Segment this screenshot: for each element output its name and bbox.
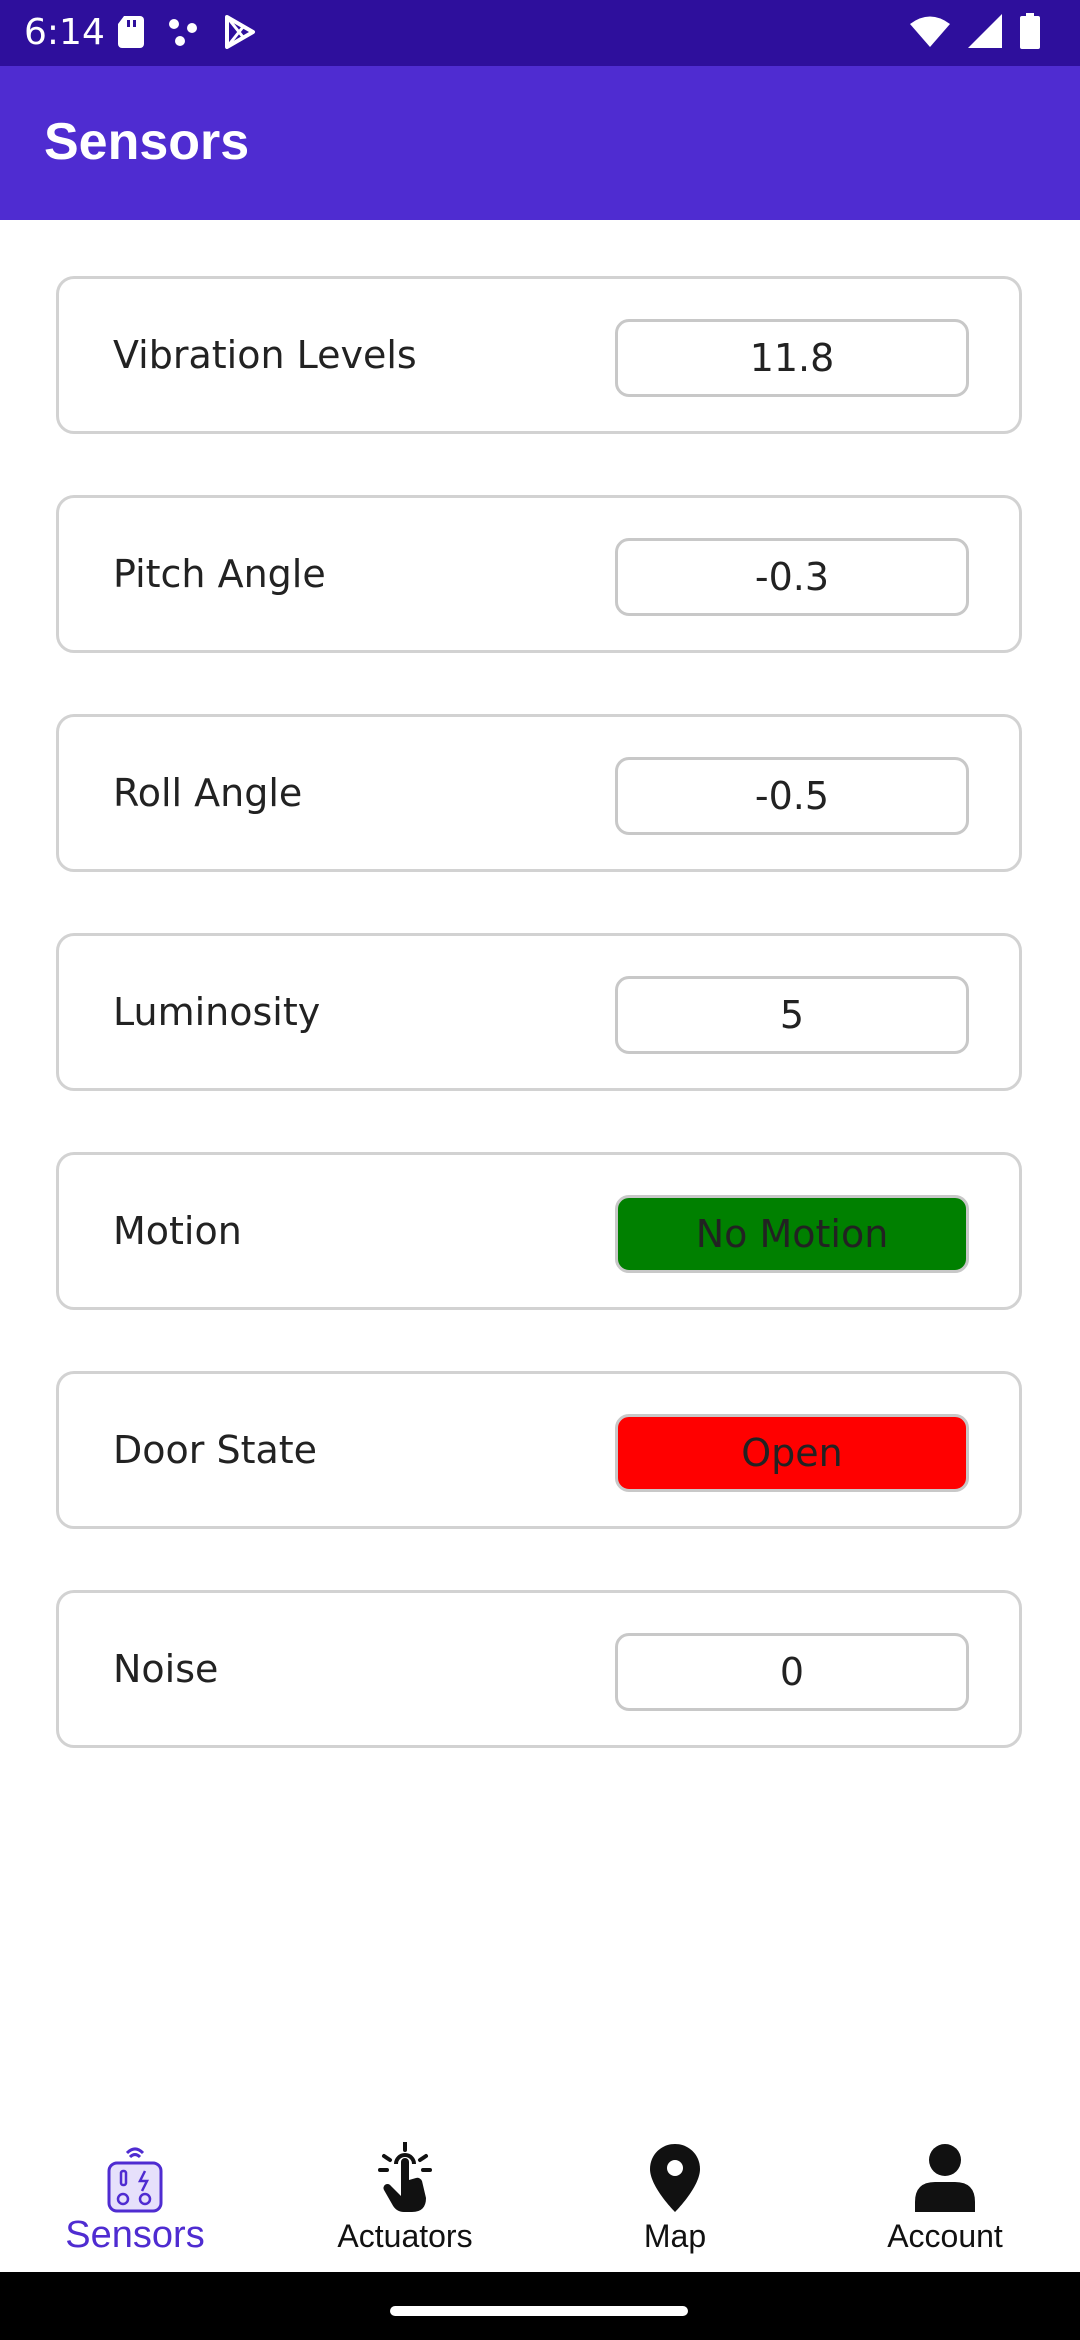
sensor-value: -0.3 <box>615 538 969 616</box>
nav-label: Actuators <box>337 2218 473 2254</box>
sensor-card-noise: Noise 0 <box>56 1590 1022 1748</box>
dots-icon <box>166 16 202 52</box>
sensor-label: Door State <box>113 1428 318 1472</box>
status-time: 6:14 <box>24 12 105 53</box>
sensor-card-motion: Motion No Motion <box>56 1152 1022 1310</box>
sensor-label: Luminosity <box>113 990 321 1034</box>
home-gesture-handle[interactable] <box>390 2306 688 2316</box>
bottom-nav: Sensors Actuators Map Account <box>0 2112 1080 2272</box>
sensor-card-door: Door State Open <box>56 1371 1022 1529</box>
sensor-card-luminosity: Luminosity 5 <box>56 933 1022 1091</box>
sensor-value: 11.8 <box>615 319 969 397</box>
sensor-value: 0 <box>615 1633 969 1711</box>
nav-item-account[interactable]: Account <box>810 2112 1080 2272</box>
sensor-label: Pitch Angle <box>113 552 326 596</box>
gesture-nav-bar <box>0 2272 1080 2340</box>
nav-label: Map <box>643 2218 707 2254</box>
sensor-card-pitch: Pitch Angle -0.3 <box>56 495 1022 653</box>
sensor-label: Vibration Levels <box>113 333 417 377</box>
status-system-icons <box>910 12 1040 54</box>
sensor-label: Noise <box>113 1647 219 1691</box>
status-notification-icons <box>118 14 256 54</box>
page-title: Sensors <box>44 113 250 171</box>
nav-item-map[interactable]: Map <box>540 2112 810 2272</box>
sensor-value: -0.5 <box>615 757 969 835</box>
nav-label: Account <box>887 2218 1003 2254</box>
nav-label: Sensors <box>65 2214 205 2256</box>
app-bar: Sensors <box>0 66 1080 220</box>
person-icon <box>907 2140 983 2216</box>
motion-status-badge: No Motion <box>615 1195 969 1273</box>
map-pin-icon <box>637 2140 713 2216</box>
nav-item-actuators[interactable]: Actuators <box>270 2112 540 2272</box>
sensor-card-vibration: Vibration Levels 11.8 <box>56 276 1022 434</box>
sensor-card-roll: Roll Angle -0.5 <box>56 714 1022 872</box>
sensors-icon <box>97 2140 173 2216</box>
sensor-label: Motion <box>113 1209 242 1253</box>
status-bar: 6:14 <box>0 0 1080 66</box>
signal-icon <box>968 14 1002 52</box>
door-status-badge: Open <box>615 1414 969 1492</box>
sensor-label: Roll Angle <box>113 771 303 815</box>
touch-hand-icon <box>367 2140 443 2216</box>
play-store-icon <box>224 15 256 53</box>
sensor-value: 5 <box>615 976 969 1054</box>
sd-card-icon <box>118 16 144 52</box>
nav-item-sensors[interactable]: Sensors <box>0 2112 270 2272</box>
battery-icon <box>1020 13 1040 53</box>
wifi-icon <box>910 15 950 51</box>
